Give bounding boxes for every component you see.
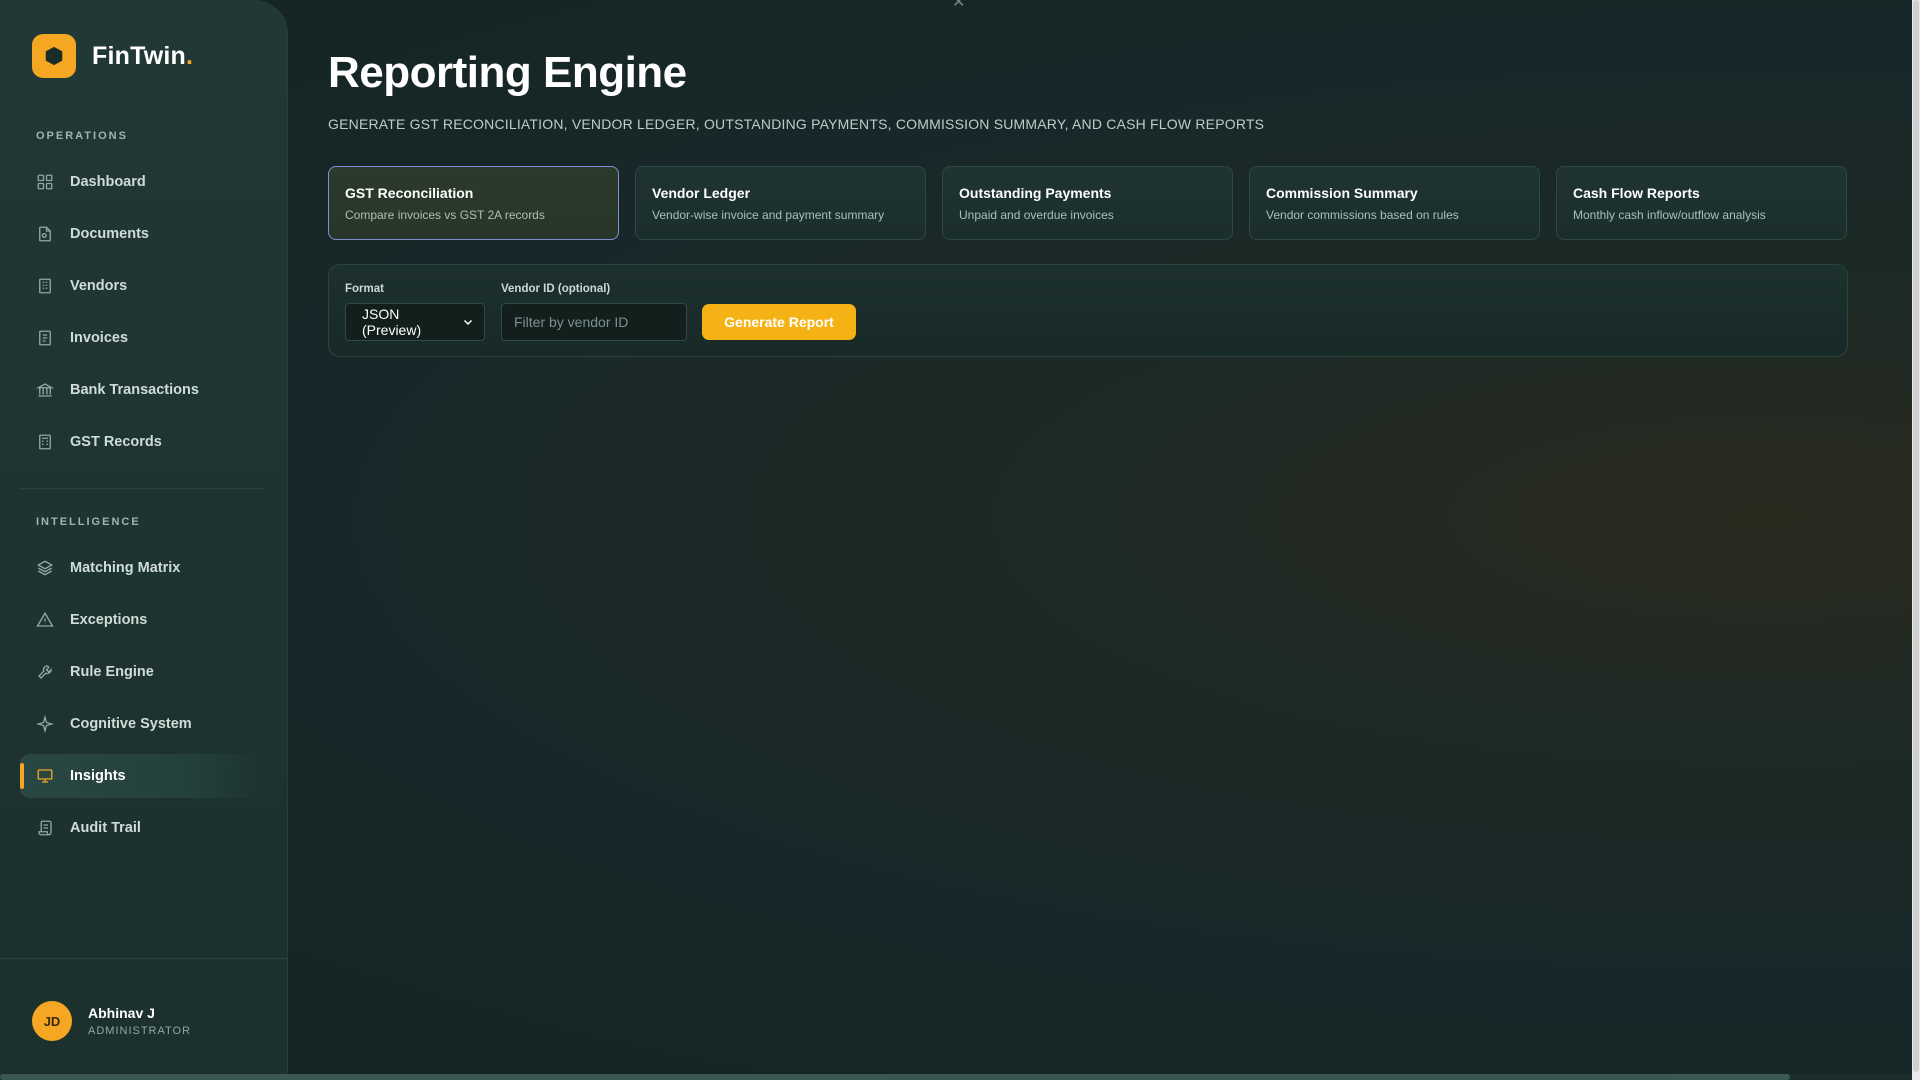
user-name: Abhinav J	[88, 1005, 155, 1021]
presentation-icon	[37, 769, 53, 783]
sidebar-item-audit-trail[interactable]: Audit Trail	[20, 806, 264, 850]
card-description: Vendor-wise invoice and payment summary	[652, 208, 885, 222]
sidebar-item-documents[interactable]: Documents	[20, 212, 264, 256]
sidebar-item-label: Vendors	[70, 278, 128, 294]
sidebar-item-exceptions[interactable]: Exceptions	[20, 598, 264, 642]
report-controls-panel: Format JSON (Preview) Vendor ID (optiona…	[328, 264, 1848, 357]
generate-report-button[interactable]: Generate Report	[702, 304, 856, 340]
vertical-scrollbar-thumb[interactable]	[1913, 0, 1919, 1072]
format-label: Format	[345, 283, 384, 295]
app-root: ✕ FinTwin. OPERATIONS Dashboard Document…	[0, 0, 1920, 1080]
card-title: Vendor Ledger	[652, 185, 751, 201]
sidebar-item-label: Bank Transactions	[70, 382, 199, 398]
sidebar-item-label: Dashboard	[70, 174, 146, 190]
sidebar-item-dashboard[interactable]: Dashboard	[20, 160, 264, 204]
document-icon	[39, 226, 51, 242]
warning-icon	[36, 611, 54, 627]
report-card-gst-reconciliation[interactable]: GST Reconciliation Compare invoices vs G…	[328, 166, 619, 240]
sidebar-item-rule-engine[interactable]: Rule Engine	[20, 650, 264, 694]
sidebar-item-label: Exceptions	[70, 612, 148, 628]
grid-icon	[37, 174, 53, 190]
card-description: Compare invoices vs GST 2A records	[345, 208, 545, 222]
user-role: ADMINISTRATOR	[88, 1025, 192, 1037]
page-title: Reporting Engine	[328, 48, 687, 97]
invoice-icon	[39, 330, 51, 346]
user-profile[interactable]: JD Abhinav J ADMINISTRATOR	[0, 958, 288, 1080]
sidebar-item-label: Audit Trail	[70, 820, 141, 836]
card-description: Vendor commissions based on rules	[1266, 208, 1459, 222]
sidebar-item-label: Insights	[70, 768, 126, 784]
active-indicator	[20, 763, 24, 789]
calculator-icon	[39, 434, 51, 450]
avatar: JD	[32, 1001, 72, 1041]
sidebar-item-label: Documents	[70, 226, 149, 242]
close-icon[interactable]: ✕	[952, 0, 965, 12]
sidebar-item-insights[interactable]: Insights	[20, 754, 264, 798]
vendor-id-label: Vendor ID (optional)	[501, 283, 611, 295]
sidebar-item-label: Cognitive System	[70, 716, 192, 732]
format-select-value: JSON (Preview)	[362, 306, 422, 338]
card-title: Outstanding Payments	[959, 185, 1112, 201]
sidebar-item-label: Matching Matrix	[70, 560, 181, 576]
card-title: Commission Summary	[1266, 185, 1418, 201]
report-type-cards: GST Reconciliation Compare invoices vs G…	[328, 166, 1847, 240]
sidebar-item-matching-matrix[interactable]: Matching Matrix	[20, 546, 264, 590]
format-select[interactable]: JSON (Preview)	[345, 303, 485, 341]
layers-icon	[36, 560, 54, 576]
brand-name: FinTwin.	[92, 41, 194, 70]
vendor-id-input[interactable]	[501, 303, 687, 341]
sidebar-item-bank-transactions[interactable]: Bank Transactions	[20, 368, 264, 412]
hexagon-logo-icon	[32, 34, 76, 78]
building-icon	[39, 278, 51, 294]
sidebar-item-vendors[interactable]: Vendors	[20, 264, 264, 308]
card-description: Unpaid and overdue invoices	[959, 208, 1114, 222]
sidebar-item-label: Invoices	[70, 330, 129, 346]
scroll-icon	[38, 820, 52, 836]
report-card-outstanding-payments[interactable]: Outstanding Payments Unpaid and overdue …	[942, 166, 1233, 240]
sidebar-divider	[20, 488, 264, 489]
page-subtitle: GENERATE GST RECONCILIATION, VENDOR LEDG…	[328, 116, 1265, 132]
report-card-cash-flow[interactable]: Cash Flow Reports Monthly cash inflow/ou…	[1556, 166, 1847, 240]
card-description: Monthly cash inflow/outflow analysis	[1573, 208, 1766, 222]
sidebar-item-invoices[interactable]: Invoices	[20, 316, 264, 360]
section-label-intelligence: INTELLIGENCE	[36, 516, 141, 528]
sidebar-item-cognitive-system[interactable]: Cognitive System	[20, 702, 264, 746]
sidebar-item-label: GST Records	[70, 434, 162, 450]
card-title: GST Reconciliation	[345, 185, 474, 201]
report-card-commission-summary[interactable]: Commission Summary Vendor commissions ba…	[1249, 166, 1540, 240]
chevron-down-icon	[463, 319, 473, 326]
sparkle-icon	[36, 715, 54, 733]
sidebar: FinTwin. OPERATIONS Dashboard Documents …	[0, 0, 288, 1080]
wrench-icon	[38, 665, 52, 679]
section-label-operations: OPERATIONS	[36, 130, 128, 142]
horizontal-scrollbar-thumb[interactable]	[0, 1074, 1790, 1080]
vertical-scrollbar[interactable]	[1912, 0, 1920, 1080]
brand[interactable]: FinTwin.	[32, 34, 193, 78]
horizontal-scrollbar[interactable]	[0, 1074, 1912, 1080]
report-card-vendor-ledger[interactable]: Vendor Ledger Vendor-wise invoice and pa…	[635, 166, 926, 240]
bank-icon	[36, 383, 54, 397]
sidebar-item-gst-records[interactable]: GST Records	[20, 420, 264, 464]
sidebar-item-label: Rule Engine	[70, 664, 154, 680]
card-title: Cash Flow Reports	[1573, 185, 1700, 201]
